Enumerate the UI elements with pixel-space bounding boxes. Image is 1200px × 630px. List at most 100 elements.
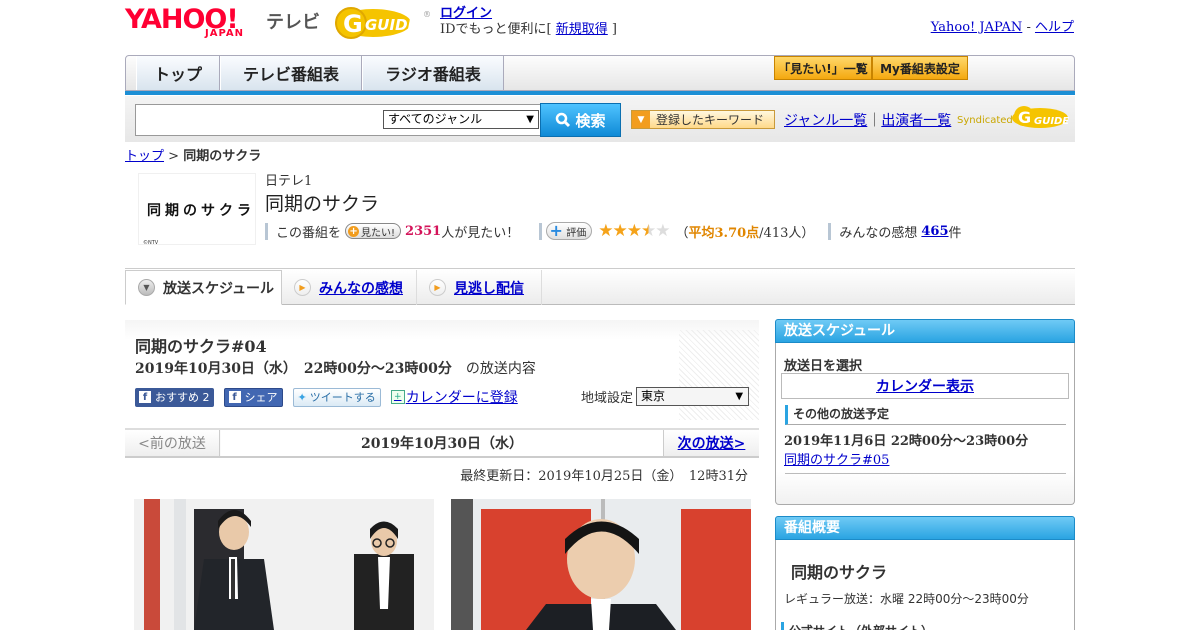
overview-panel [775,540,1075,630]
rating-count: /413人） [759,225,815,241]
mitai-suffix: 人が見たい！ [441,225,520,241]
genre-links-divider: ｜ [867,113,882,129]
genre-select[interactable]: すべてのジャンル ▼ [383,110,539,129]
search-icon [556,112,571,128]
episode-photo-1[interactable] [134,499,434,630]
syndicated-label: Syndicated [957,115,1013,126]
mitai-button[interactable]: + 見たい! [345,223,402,239]
registered-keyword-button[interactable]: ▼ 登録したキーワード [631,110,775,129]
login-box: ログイン IDでもっと便利に[ 新規取得 ] [440,6,617,38]
mitai-count: 2351 [405,223,442,239]
episode-title: 同期のサクラ#04 [135,337,267,356]
program-divider [125,268,1075,269]
calendar-display-button[interactable]: カレンダー表示 [781,373,1069,399]
breadcrumb-top-link[interactable]: トップ [125,149,164,164]
region-select[interactable]: 東京 ▼ [636,387,750,406]
japan-logo-text: JAPAN [205,28,244,39]
top-right-links: Yahoo! JAPAN - ヘルプ [931,16,1074,35]
rating-stars: ★★★★★ [598,221,670,241]
top-right-dash: - [1022,20,1035,35]
subtab-impressions[interactable]: ▶ みんなの感想 [282,270,417,305]
breadcrumb-sep: > [164,149,184,164]
program-thumbnail-title: 同期のサクラ [147,203,255,219]
gguide-logo[interactable]: G GUIDE ® [333,5,433,41]
episode-photo-2[interactable] [451,499,751,630]
rate-button[interactable]: + 評価 [546,221,593,240]
rate-button-label: 評価 [566,227,587,239]
episode-photo-2-image [451,499,751,630]
current-broadcast-date: 2019年10月30日（水） [221,430,663,456]
episode-navigation: <前の放送 2019年10月30日（水） 次の放送> [125,428,759,458]
impressions-prefix: みんなの感想 [839,225,918,241]
next-broadcast-label: 次の放送> [677,436,746,452]
signup-link[interactable]: 新規取得 [556,22,608,37]
help-link[interactable]: ヘルプ [1035,20,1074,35]
mitai-button-label: 見たい! [361,227,396,239]
my-schedule-button[interactable]: My番組表設定 [872,56,968,80]
tab-top[interactable]: トップ [136,56,220,90]
rating-average: 平均3.70点 [688,225,760,241]
prev-broadcast: <前の放送 [125,430,220,456]
impressions-suffix: 件 [948,225,962,241]
login-sub-suffix: ] [607,22,617,37]
svg-text:GUIDE: GUIDE [365,16,419,34]
other-broadcast-date: 2019年11月6日 22時00分～23時00分 [784,434,1029,449]
search-row: すべてのジャンル ▼ 検索 ▼ 登録したキーワード ジャンル一覧｜出演者一覧 Syn… [125,96,1075,142]
performer-list-link[interactable]: 出演者一覧 [881,113,951,129]
tab-tv-schedule[interactable]: テレビ番組表 [220,56,362,90]
genre-links: ジャンル一覧｜出演者一覧 [784,110,951,130]
episode-date-value: 2019年10月30日（水） 22時00分～23時00分 [135,361,452,377]
tweet-button[interactable]: ✦ ツイートする [292,387,381,407]
chevron-down-circle-icon: ▼ [138,279,155,296]
stats-separator [265,222,268,240]
stats-separator [539,222,543,240]
subtab-missed[interactable]: ▶ 見逃し配信 [417,270,542,305]
subtab-missed-label: 見逃し配信 [454,280,524,297]
syndicated-gguide-logo: Syndicated G GUIDE [957,102,1073,132]
facebook-share-button[interactable]: f シェア [223,387,283,407]
play-circle-icon: ▶ [294,279,311,296]
other-broadcast-link[interactable]: 同期のサクラ#05 [784,449,889,468]
calendar-register-link[interactable]: + カレンダーに登録 [390,387,518,407]
breadcrumb: トップ > 同期のサクラ [125,145,261,164]
episode-date-suffix: の放送内容 [465,361,536,377]
decorative-hatch [679,330,759,420]
calendar-plus-icon: + [390,390,405,404]
svg-text:GUIDE: GUIDE [1034,116,1069,127]
mitai-list-button[interactable]: 「見たい!」一覧 [774,56,872,80]
svg-text:G: G [343,10,363,38]
region-setting: 地域設定 東京 ▼ [581,387,750,406]
yahoo-japan-link[interactable]: Yahoo! JAPAN [931,20,1023,35]
stats-separator [828,222,832,240]
gguide-logo-icon: G GUIDE ® [335,7,431,39]
tv-logo-text: テレビ [266,12,320,33]
search-button[interactable]: 検索 [540,103,621,137]
impressions-count-link[interactable]: 465 [921,224,948,239]
next-broadcast-link[interactable]: 次の放送> [663,430,759,456]
yahoo-tv-logo[interactable]: YAHOO! JAPAN テレビ [125,6,320,42]
mitai-prefix: この番組を [276,225,342,241]
login-link[interactable]: ログイン [440,6,492,21]
overview-title: 同期のサクラ [791,563,888,582]
other-broadcast-divider [785,473,1066,474]
chevron-down-icon: ▼ [735,391,744,402]
share-row: f おすすめ 2 f シェア ✦ ツイートする + カレンダーに登録 [135,387,518,407]
twitter-bird-icon: ✦ [297,390,307,404]
breadcrumb-current: 同期のサクラ [183,149,262,164]
program-stats: この番組を + 見たい! 2351 人が見たい！ + 評価 ★★★★★ （平均3.70… [265,221,962,241]
facebook-recommend-button[interactable]: f おすすめ 2 [135,387,214,407]
plus-icon: + [348,225,360,237]
tab-radio-schedule[interactable]: ラジオ番組表 [362,56,504,90]
subtab-schedule[interactable]: ▼ 放送スケジュール [125,270,282,305]
login-sub-prefix: IDでもっと便利に[ [440,22,556,37]
star-icon: ★ [626,221,642,241]
star-icon: ★ [598,221,613,241]
subtab-impressions-label: みんなの感想 [319,280,403,297]
plus-icon: + [549,221,563,240]
nav-accent-bar [125,91,1075,95]
channel-name: 日テレ1 [265,174,313,189]
genre-list-link[interactable]: ジャンル一覧 [784,113,867,129]
share-label: シェア [244,391,278,404]
subtab-schedule-label: 放送スケジュール [163,280,275,297]
registered-keyword-label: 登録したキーワード [656,113,765,127]
